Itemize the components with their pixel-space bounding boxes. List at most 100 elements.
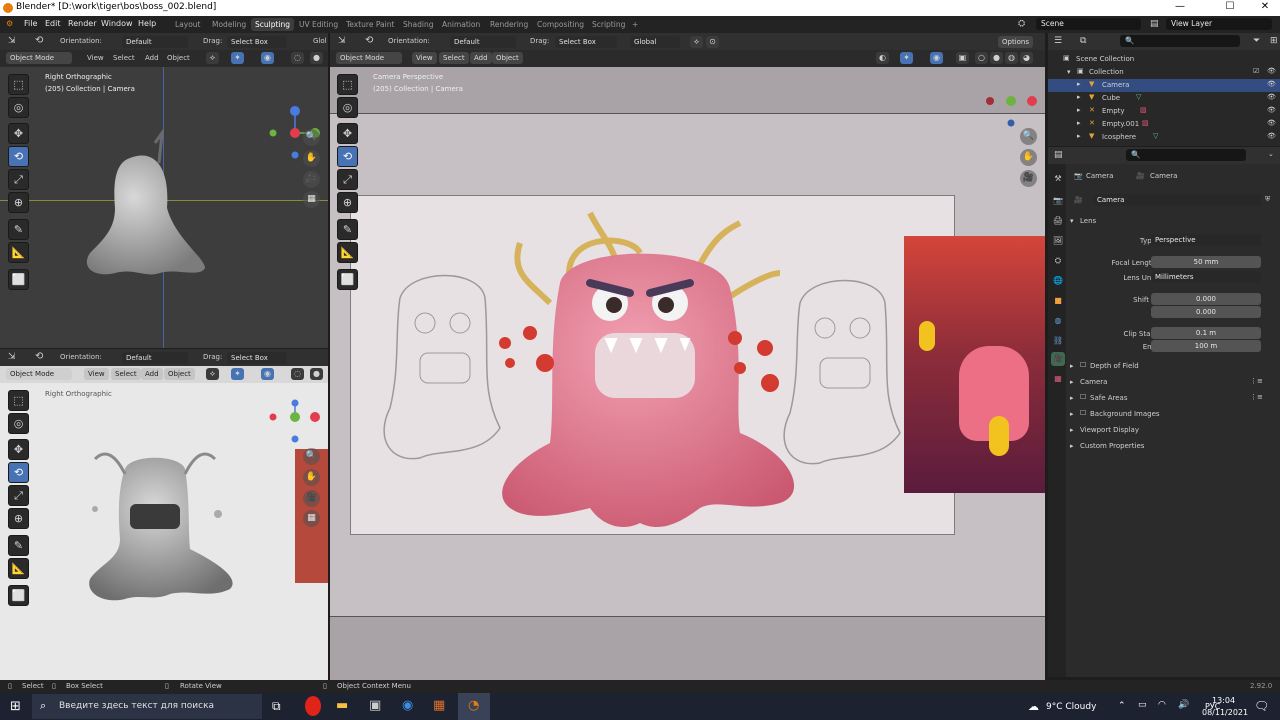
main-menu-object[interactable]: Object <box>492 52 523 64</box>
visibility-eye-icon[interactable]: 👁 <box>1267 132 1276 140</box>
main-menu-add[interactable]: Add <box>470 52 492 64</box>
orientation-dropdown[interactable]: Default <box>122 36 188 48</box>
tool-tab-icon[interactable]: ⚒ <box>1051 172 1065 186</box>
close-button[interactable]: ✕ <box>1245 1 1280 12</box>
expand-arrow-icon[interactable]: ▸ <box>1077 106 1081 114</box>
proportional-edit-icon[interactable]: ◉ <box>261 52 274 64</box>
properties-search-input[interactable]: 🔍 <box>1126 149 1246 161</box>
outliner-collection[interactable]: ▾ ▣ Collection ☑ 👁 <box>1048 66 1280 79</box>
tab-sculpting[interactable]: Sculpting <box>251 18 295 31</box>
expand-arrow-icon[interactable]: ▸ <box>1077 119 1081 127</box>
taskbar-search-box[interactable]: ⌕ Введите здесь текст для поиска <box>32 694 262 719</box>
minimize-button[interactable]: — <box>1160 1 1200 12</box>
expand-arrow-icon[interactable]: ▸ <box>1077 80 1081 88</box>
tab-layout[interactable]: Layout <box>171 18 205 31</box>
menu-window[interactable]: Window <box>101 19 133 28</box>
new-collection-icon[interactable]: ⊞ <box>1270 36 1278 46</box>
menu-select-2[interactable]: Select <box>111 368 141 380</box>
menu-object-2[interactable]: Object <box>164 368 195 380</box>
world-tab-icon[interactable]: 🌐 <box>1051 274 1065 288</box>
render-tab-icon[interactable]: 📷 <box>1051 194 1065 208</box>
annotate-tool-2[interactable]: ✎ <box>8 535 29 556</box>
transform-tool-2[interactable]: ⊕ <box>8 508 29 529</box>
main-menu-select[interactable]: Select <box>439 52 469 64</box>
drag-dropdown[interactable]: Select Box <box>227 36 287 48</box>
menu-object[interactable]: Object <box>167 54 190 62</box>
outliner-item-camera[interactable]: ▸ ▼ Camera 👁 <box>1048 79 1280 92</box>
tray-up-icon[interactable]: ⌃ <box>1118 701 1126 711</box>
main-transform-orientation-dropdown[interactable]: Global <box>630 36 680 48</box>
outliner-scene-collection[interactable]: ▣ Scene Collection <box>1048 53 1280 66</box>
add-cube-tool[interactable]: ⬜ <box>8 269 29 290</box>
wireframe-shading-icon[interactable]: ○ <box>975 52 988 64</box>
visibility-eye-icon[interactable]: 👁 <box>1267 93 1276 101</box>
view-layer-tab-icon[interactable]: 🖼 <box>1051 234 1065 248</box>
weather-text[interactable]: 9°C Cloudy <box>1046 702 1096 712</box>
object-mode-dropdown-2[interactable]: Object Mode <box>6 368 72 380</box>
outliner-item-empty-001[interactable]: ▸ ✕ Empty.001 ▨ 👁 <box>1048 118 1280 131</box>
physics-tab-icon[interactable]: ◍ <box>1051 314 1065 328</box>
task-view-icon[interactable]: ⧉ <box>272 699 281 714</box>
constraints-tab-icon[interactable]: ⛓ <box>1051 334 1065 348</box>
zoom-icon[interactable]: 🔍 <box>303 129 320 146</box>
main-drag-dropdown[interactable]: Select Box <box>555 36 617 48</box>
scale-tool[interactable]: ⤢ <box>8 169 29 190</box>
main-visibility-icon[interactable]: ◐ <box>876 52 889 64</box>
properties-editor-type-icon[interactable]: ▤ <box>1054 150 1063 160</box>
view-layer-selector[interactable]: View Layer <box>1166 18 1272 30</box>
camera-view-icon[interactable]: 🎥 <box>303 171 320 188</box>
camera-datablock-field[interactable]: Camera <box>1093 194 1261 206</box>
transform-icon[interactable]: ⇲ <box>8 36 16 46</box>
menu-view[interactable]: View <box>87 54 104 62</box>
main-overlay-icon[interactable]: ◉ <box>930 52 943 64</box>
move-tool-2[interactable]: ✥ <box>8 439 29 460</box>
object-tab-icon[interactable]: ■ <box>1051 294 1065 308</box>
clip-end-field[interactable]: 100 m <box>1151 340 1261 352</box>
properties-options-icon[interactable]: ⌄ <box>1268 150 1274 158</box>
expand-arrow-icon[interactable]: ▸ <box>1077 93 1081 101</box>
cursor-tool-2[interactable]: ◎ <box>8 413 29 434</box>
annotate-tool[interactable]: ✎ <box>8 219 29 240</box>
drag-handle-icon[interactable]: ⋮≡ <box>1250 393 1263 401</box>
main-select-tool[interactable]: ⬚ <box>337 74 358 95</box>
overlay-icon[interactable]: ◌ <box>291 52 304 64</box>
tray-volume-icon[interactable]: 🔊 <box>1178 700 1189 710</box>
scale-tool-2[interactable]: ⤢ <box>8 485 29 506</box>
scene-tab-icon[interactable]: ⛭ <box>1051 254 1065 268</box>
type-dropdown[interactable]: Perspective <box>1151 234 1261 246</box>
camera-data-tab-icon[interactable]: 🎥 <box>1051 352 1065 366</box>
fake-user-shield-icon[interactable]: ⛨ <box>1265 195 1270 204</box>
menu-edit[interactable]: Edit <box>45 19 61 28</box>
menu-select[interactable]: Select <box>113 54 135 62</box>
cursor-tool[interactable]: ◎ <box>8 97 29 118</box>
tray-network-icon[interactable]: ▭ <box>1138 700 1147 710</box>
main-transform-tool[interactable]: ⊕ <box>337 192 358 213</box>
tab-uv-editing[interactable]: UV Editing <box>295 18 342 31</box>
menu-help[interactable]: Help <box>138 19 156 28</box>
viewport-right-ortho-bottom[interactable]: ⇲ ⟲ Orientation: Default Drag: Select Bo… <box>0 349 328 680</box>
outliner-item-cube[interactable]: ▸ ▼ Cube ▽ 👁 <box>1048 92 1280 105</box>
pivot-icon[interactable]: ⟡ <box>206 52 219 64</box>
select-tool[interactable]: ⬚ <box>8 74 29 95</box>
outliner-item-icosphere[interactable]: ▸ ▼ Icosphere ▽ 👁 <box>1048 131 1280 144</box>
output-tab-icon[interactable]: 🖨 <box>1051 214 1065 228</box>
shift-y-field[interactable]: 0.000 <box>1151 306 1261 318</box>
tab-texture-paint[interactable]: Texture Paint <box>342 18 398 31</box>
move-tool[interactable]: ✥ <box>8 123 29 144</box>
clip-start-field[interactable]: 0.1 m <box>1151 327 1261 339</box>
add-workspace-button[interactable]: + <box>628 18 642 31</box>
options-dropdown[interactable]: Options <box>998 36 1034 48</box>
main-rotate-tool-icon[interactable]: ⟲ <box>365 35 373 46</box>
tray-wifi-icon[interactable]: ◠ <box>1158 700 1166 710</box>
navigation-gizmo-2[interactable] <box>265 399 325 449</box>
main-object-mode-dropdown[interactable]: Object Mode <box>336 52 402 64</box>
clock-time[interactable]: 13:04 <box>1212 696 1235 705</box>
clock-date[interactable]: 08/11/2021 <box>1202 708 1248 717</box>
maximize-button[interactable]: ☐ <box>1210 1 1250 12</box>
main-xray-icon[interactable]: ▣ <box>956 52 969 64</box>
filter-icon[interactable]: ⏷ <box>1253 36 1260 46</box>
rotate-tool-2[interactable]: ⟲ <box>8 462 29 483</box>
focal-length-field[interactable]: 50 mm <box>1151 256 1261 268</box>
snap-icon-2[interactable]: ✦ <box>231 368 244 380</box>
orientation-dropdown-2[interactable]: Default <box>122 352 188 364</box>
